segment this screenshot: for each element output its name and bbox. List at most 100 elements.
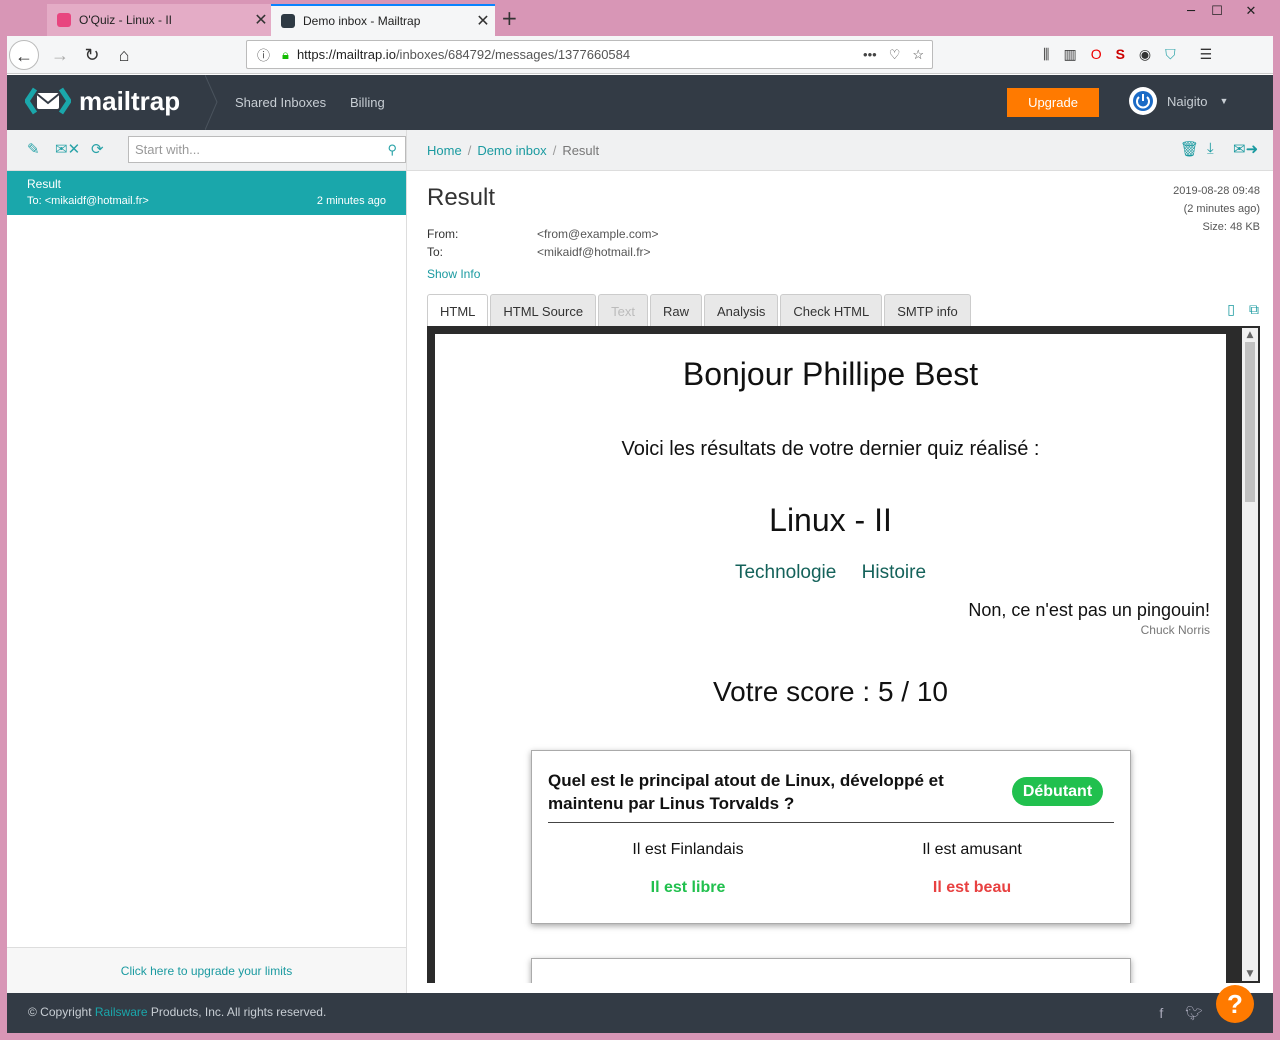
tab-raw[interactable]: Raw	[649, 294, 702, 327]
pocket-icon[interactable]: ♡	[889, 47, 901, 63]
close-tab-icon[interactable]: ✕	[249, 10, 273, 30]
avatar	[1129, 87, 1157, 115]
message-meta: 2019-08-28 09:48 (2 minutes ago) Size: 4…	[1173, 182, 1260, 236]
to-value: <mikaidf@hotmail.fr>	[537, 245, 651, 259]
forward-icon[interactable]: →	[45, 40, 75, 70]
home-icon[interactable]: ⌂	[109, 40, 139, 70]
delete-icon[interactable]: 🗑︎	[1180, 140, 1199, 158]
answer-option: Il est amusant	[922, 841, 1022, 858]
level-badge: Débutant	[1012, 777, 1103, 806]
close-window-icon[interactable]: ✕	[1237, 4, 1265, 19]
breadcrumb-current: Result	[562, 143, 600, 158]
breadcrumb-demo-inbox[interactable]: Demo inbox	[477, 143, 546, 158]
user-menu[interactable]: Naigito ▼	[1129, 87, 1228, 115]
quote-text: Non, ce n'est pas un pingouin!	[968, 600, 1210, 620]
opera-icon[interactable]: O	[1091, 46, 1102, 63]
nav-billing[interactable]: Billing	[350, 95, 385, 110]
tag-technologie[interactable]: Technologie	[735, 562, 836, 583]
nav-shared-inboxes[interactable]: Shared Inboxes	[235, 95, 326, 110]
quote-author: Chuck Norris	[1140, 623, 1210, 637]
help-chat-icon[interactable]: ?	[1216, 985, 1254, 1023]
minimize-icon[interactable]: ─	[1177, 4, 1205, 19]
info-icon[interactable]: ⓘ	[257, 45, 270, 64]
clear-inbox-icon[interactable]: ✉✕	[55, 140, 80, 158]
account-icon[interactable]: ◉	[1139, 46, 1151, 63]
tab-smtp-info[interactable]: SMTP info	[884, 294, 971, 327]
tab-title: Demo inbox - Mailtrap	[303, 14, 421, 28]
show-info-link[interactable]: Show Info	[427, 267, 480, 281]
upgrade-limits-link[interactable]: Click here to upgrade your limits	[7, 947, 406, 993]
menu-icon[interactable]: ☰	[1200, 46, 1213, 63]
scroll-up-icon[interactable]: ▲	[1242, 330, 1258, 340]
search-icon[interactable]: ⚲	[387, 142, 397, 158]
message-recipient: To: <mikaidf@hotmail.fr>	[27, 195, 149, 207]
reload-icon[interactable]: ↻	[77, 40, 107, 70]
answer-option: Il est Finlandais	[632, 841, 744, 858]
close-tab-icon[interactable]: ✕	[471, 11, 495, 31]
user-name: Naigito	[1167, 93, 1208, 109]
inbox-sidebar: ✎ ✉✕ ⟳ Start with... ⚲ Result To: <mikai…	[7, 130, 407, 993]
page-actions-icon[interactable]: •••	[863, 47, 877, 63]
facebook-icon[interactable]: f	[1159, 1005, 1163, 1022]
address-bar[interactable]: ⓘ 🔒︎ https://mailtrap.io/inboxes/684792/…	[246, 40, 933, 69]
message-title: Result	[427, 184, 496, 211]
download-icon[interactable]: ⤓	[1207, 140, 1214, 157]
back-icon[interactable]: ←	[9, 40, 39, 70]
question-card	[531, 958, 1131, 983]
new-tab-icon[interactable]: +	[501, 6, 518, 30]
maximize-icon[interactable]: ☐	[1203, 4, 1231, 19]
browser-tab-mailtrap[interactable]: Demo inbox - Mailtrap ✕	[271, 4, 495, 36]
caret-down-icon: ▼	[1219, 96, 1229, 106]
breadcrumb-home[interactable]: Home	[427, 143, 462, 158]
answer-wrong: Il est beau	[932, 879, 1012, 896]
answer-correct: Il est libre	[650, 879, 726, 896]
tab-html[interactable]: HTML	[427, 294, 489, 327]
from-field: From: <from@example.com>	[427, 227, 659, 241]
shield-icon[interactable]: ⛉	[1165, 46, 1176, 63]
twitter-icon[interactable]: 🐦︎	[1185, 1005, 1203, 1022]
mailtrap-logo-icon	[23, 85, 73, 117]
message-tabs: HTML HTML Source Text Raw Analysis Check…	[427, 294, 973, 327]
preview-scrollbar[interactable]: ▲ ▼	[1242, 328, 1258, 981]
sidebar-toolbar: ✎ ✉✕ ⟳ Start with... ⚲	[7, 130, 406, 171]
search-placeholder: Start with...	[135, 142, 201, 157]
message-list-item[interactable]: Result To: <mikaidf@hotmail.fr> 2 minute…	[7, 171, 406, 215]
device-preview-icon[interactable]: ▯	[1227, 302, 1235, 318]
scroll-down-icon[interactable]: ▼	[1242, 969, 1258, 979]
url-text: https://mailtrap.io/inboxes/684792/messa…	[296, 47, 631, 62]
bookmark-star-icon[interactable]: ☆	[912, 47, 924, 63]
from-label: From:	[427, 227, 459, 241]
extension-s-icon[interactable]: S	[1116, 46, 1125, 63]
header-separator	[205, 75, 218, 130]
app-footer: © Copyright Railsware Products, Inc. All…	[7, 993, 1273, 1033]
refresh-icon[interactable]: ⟳	[91, 140, 104, 158]
tab-html-source[interactable]: HTML Source	[490, 294, 597, 327]
tab-analysis[interactable]: Analysis	[703, 294, 779, 327]
quiz-quote: Non, ce n'est pas un pingouin! Chuck Nor…	[968, 600, 1210, 637]
email-intro: Voici les résultats de votre dernier qui…	[621, 438, 1040, 460]
message-subject: Result	[27, 177, 62, 191]
scroll-thumb[interactable]	[1245, 342, 1255, 502]
upgrade-button[interactable]: Upgrade	[1007, 88, 1099, 117]
sidebar-toggle-icon[interactable]: ▥	[1063, 46, 1076, 63]
message-ago: (2 minutes ago)	[1183, 203, 1260, 215]
message-time: 2 minutes ago	[316, 195, 386, 207]
railsware-link[interactable]: Railsware	[95, 1005, 148, 1019]
quiz-tags: Technologie Histoire	[435, 562, 1226, 584]
breadcrumb: Home / Demo inbox / Result	[427, 143, 600, 158]
logo-text: mailtrap	[79, 85, 181, 116]
lock-icon: 🔒︎	[282, 46, 289, 62]
divider	[548, 822, 1114, 823]
tag-histoire[interactable]: Histoire	[862, 562, 926, 583]
mailtrap-logo[interactable]: mailtrap	[23, 85, 181, 117]
oquiz-favicon-icon	[57, 13, 71, 27]
message-panel: Home / Demo inbox / Result 🗑︎ ⤓ ✉➜ Result 20…	[407, 130, 1273, 993]
tab-check-html[interactable]: Check HTML	[780, 294, 883, 327]
browser-tab-oquiz[interactable]: O'Quiz - Linux - II ✕	[47, 4, 273, 36]
forward-mail-icon[interactable]: ✉➜	[1233, 140, 1258, 158]
search-input[interactable]: Start with... ⚲	[128, 136, 406, 163]
tab-strip: O'Quiz - Linux - II ✕ Demo inbox - Mailt…	[7, 0, 1273, 36]
mark-read-icon[interactable]: ✎	[27, 140, 40, 158]
library-icon[interactable]: ⫼	[1043, 46, 1049, 63]
open-external-icon[interactable]: ⧉	[1249, 302, 1259, 318]
